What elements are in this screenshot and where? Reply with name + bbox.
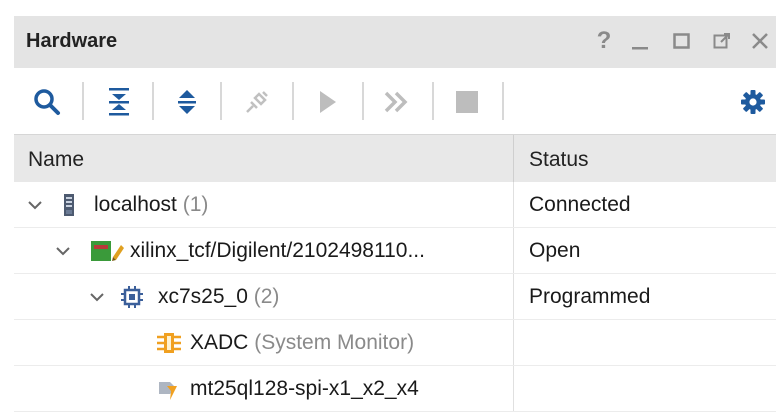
column-divider <box>513 366 514 411</box>
hardware-toolbar <box>14 68 776 134</box>
toolbar-separator <box>220 82 222 120</box>
row-name: xc7s25_0 <box>158 285 248 308</box>
gear-icon[interactable] <box>736 85 770 119</box>
auto-connect-icon[interactable] <box>240 85 274 119</box>
row-name: xilinx_tcf/Digilent/2102498110... <box>130 239 425 262</box>
run-all-icon[interactable] <box>380 85 414 119</box>
tree-row-localhost[interactable]: localhost (1) Connected <box>14 182 776 228</box>
toolbar-separator <box>82 82 84 120</box>
column-divider <box>513 228 514 273</box>
xadc-icon <box>156 331 182 360</box>
row-subtitle: (System Monitor) <box>254 331 415 354</box>
column-divider <box>513 274 514 319</box>
float-icon[interactable] <box>708 26 736 56</box>
server-icon <box>62 193 76 222</box>
row-name: localhost <box>94 193 177 216</box>
column-divider <box>513 320 514 365</box>
maximize-icon[interactable] <box>668 26 696 56</box>
panel-title-bar: Hardware ? <box>14 16 776 68</box>
toolbar-separator <box>292 82 294 120</box>
help-icon[interactable]: ? <box>590 26 618 56</box>
column-divider[interactable] <box>513 135 514 183</box>
jtag-cable-icon <box>90 239 126 268</box>
toolbar-separator <box>362 82 364 120</box>
close-icon[interactable] <box>746 26 774 56</box>
stop-icon[interactable] <box>450 85 484 119</box>
tree-row-jtag-cable[interactable]: xilinx_tcf/Digilent/2102498110... Open <box>14 228 776 274</box>
column-header-status[interactable]: Status <box>529 148 589 172</box>
chip-icon <box>120 285 144 314</box>
run-icon[interactable] <box>310 85 344 119</box>
toolbar-separator <box>502 82 504 120</box>
row-status: Programmed <box>529 285 651 308</box>
expand-all-icon[interactable] <box>170 85 204 119</box>
column-divider <box>513 182 514 227</box>
row-name: mt25ql128-spi-x1_x2_x4 <box>190 377 419 400</box>
row-name: XADC <box>190 331 249 354</box>
toolbar-separator <box>432 82 434 120</box>
tree-row-flash-memory[interactable]: mt25ql128-spi-x1_x2_x4 <box>14 366 776 412</box>
chevron-down-icon[interactable] <box>88 288 106 306</box>
row-count: (2) <box>253 285 280 308</box>
chevron-down-icon[interactable] <box>54 242 72 260</box>
chevron-down-icon[interactable] <box>26 196 44 214</box>
hardware-panel: Hardware ? Name Status localhost (1) Con… <box>0 0 776 412</box>
tree-row-device[interactable]: xc7s25_0 (2) Programmed <box>14 274 776 320</box>
search-icon[interactable] <box>30 85 64 119</box>
row-label: xc7s25_0 (2) <box>158 285 279 309</box>
row-label: localhost (1) <box>94 193 208 217</box>
toolbar-separator <box>152 82 154 120</box>
table-header: Name Status <box>14 134 776 183</box>
row-label: XADC (System Monitor) <box>190 331 414 355</box>
panel-title: Hardware <box>26 30 118 52</box>
minimize-icon[interactable] <box>626 26 654 56</box>
row-count: (1) <box>182 193 209 216</box>
column-header-name[interactable]: Name <box>28 148 84 172</box>
flash-memory-icon <box>156 377 180 406</box>
tree-row-xadc[interactable]: XADC (System Monitor) <box>14 320 776 366</box>
row-status: Open <box>529 239 581 262</box>
collapse-all-icon[interactable] <box>102 85 136 119</box>
row-status: Connected <box>529 193 631 216</box>
